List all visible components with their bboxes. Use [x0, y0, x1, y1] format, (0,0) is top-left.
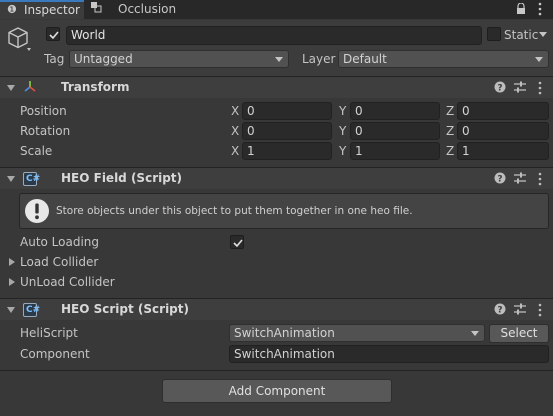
position-z-axis[interactable]: Z	[446, 102, 454, 120]
heo-field-title: HEO Field (Script)	[61, 171, 183, 185]
heliscript-value: SwitchAnimation	[234, 326, 335, 340]
info-text: Store objects under this object to put t…	[56, 205, 413, 217]
rotation-x-field[interactable]: 0	[242, 122, 332, 140]
position-x-field[interactable]: 0	[242, 102, 332, 120]
presets-icon[interactable]	[514, 77, 526, 100]
auto-loading-toggle[interactable]	[230, 235, 244, 249]
help-icon[interactable]: ?	[494, 77, 506, 100]
rotation-y-axis[interactable]: Y	[339, 122, 346, 140]
tag-label: Tag	[44, 52, 65, 66]
rotation-z-axis[interactable]: Z	[446, 122, 454, 140]
scale-x-field[interactable]: 1	[242, 142, 332, 160]
position-z-field[interactable]: 0	[457, 102, 549, 120]
heliscript-dropdown[interactable]: SwitchAnimation	[229, 324, 485, 342]
svg-text:?: ?	[497, 306, 502, 316]
component-menu-icon[interactable]	[538, 168, 542, 193]
divider	[0, 370, 553, 371]
expand-arrow-icon[interactable]	[9, 258, 15, 266]
heo-script-title: HEO Script (Script)	[61, 302, 189, 316]
position-y-field[interactable]: 0	[350, 102, 440, 120]
tab-occlusion[interactable]: Occlusion	[88, 0, 188, 19]
unload-collider-label[interactable]: UnLoad Collider	[20, 273, 115, 291]
fold-arrow-icon[interactable]	[7, 176, 15, 182]
rotation-z-field[interactable]: 0	[457, 122, 549, 140]
rotation-x-axis[interactable]: X	[231, 122, 239, 140]
more-menu-icon[interactable]	[538, 2, 542, 16]
occlusion-icon	[91, 2, 102, 13]
svg-text:?: ?	[497, 175, 502, 185]
tab-occlusion-label: Occlusion	[118, 2, 177, 16]
scale-x-axis[interactable]: X	[231, 142, 239, 160]
position-label: Position	[20, 104, 67, 118]
component-label: Component	[20, 347, 90, 361]
scale-label: Scale	[20, 144, 53, 158]
component-menu-icon[interactable]	[538, 77, 542, 102]
scale-y-axis[interactable]: Y	[339, 142, 346, 160]
info-icon	[24, 198, 50, 224]
chevron-down-icon	[535, 57, 543, 62]
add-component-button[interactable]: Add Component	[162, 379, 392, 403]
tag-dropdown[interactable]: Untagged	[69, 50, 289, 68]
scale-z-field[interactable]: 1	[457, 142, 549, 160]
lock-icon[interactable]	[516, 2, 526, 14]
info-icon: ❶	[7, 3, 17, 16]
scale-z-axis[interactable]: Z	[446, 142, 454, 160]
object-name-input[interactable]: World	[66, 26, 482, 45]
chevron-down-icon	[471, 331, 479, 336]
svg-text:?: ?	[497, 84, 502, 94]
static-toggle[interactable]	[487, 27, 501, 41]
static-label: Static	[504, 28, 539, 42]
load-collider-label[interactable]: Load Collider	[20, 253, 98, 271]
rotation-y-field[interactable]: 0	[350, 122, 440, 140]
position-y-axis[interactable]: Y	[339, 102, 346, 120]
chevron-down-icon	[275, 57, 283, 62]
transform-title: Transform	[61, 80, 130, 94]
component-field[interactable]: SwitchAnimation	[229, 345, 549, 363]
tag-value: Untagged	[74, 52, 133, 66]
script-icon: C#	[23, 303, 40, 317]
info-box: Store objects under this object to put t…	[19, 193, 549, 229]
heliscript-label: HeliScript	[20, 326, 78, 340]
component-menu-icon[interactable]	[538, 299, 542, 324]
position-x-axis[interactable]: X	[231, 102, 239, 120]
active-toggle[interactable]	[46, 27, 60, 41]
fold-arrow-icon[interactable]	[7, 307, 15, 313]
fold-arrow-icon[interactable]	[7, 85, 15, 91]
static-dropdown-icon[interactable]	[539, 32, 547, 37]
help-icon[interactable]: ?	[494, 168, 506, 191]
tab-inspector-label: Inspector	[24, 3, 80, 17]
rotation-label: Rotation	[20, 124, 71, 138]
tab-inspector[interactable]: ❶ Inspector	[0, 0, 84, 19]
presets-icon[interactable]	[514, 168, 526, 191]
gameobject-icon[interactable]	[7, 26, 31, 52]
layer-value: Default	[343, 52, 387, 66]
expand-arrow-icon[interactable]	[9, 278, 15, 286]
auto-loading-label: Auto Loading	[20, 235, 100, 249]
layer-dropdown[interactable]: Default	[338, 50, 549, 68]
transform-icon	[22, 79, 38, 95]
select-button[interactable]: Select	[489, 324, 549, 343]
script-icon: C#	[23, 172, 40, 186]
presets-icon[interactable]	[514, 299, 526, 322]
scale-y-field[interactable]: 1	[350, 142, 440, 160]
help-icon[interactable]: ?	[494, 299, 506, 322]
layer-label: Layer	[302, 52, 336, 66]
